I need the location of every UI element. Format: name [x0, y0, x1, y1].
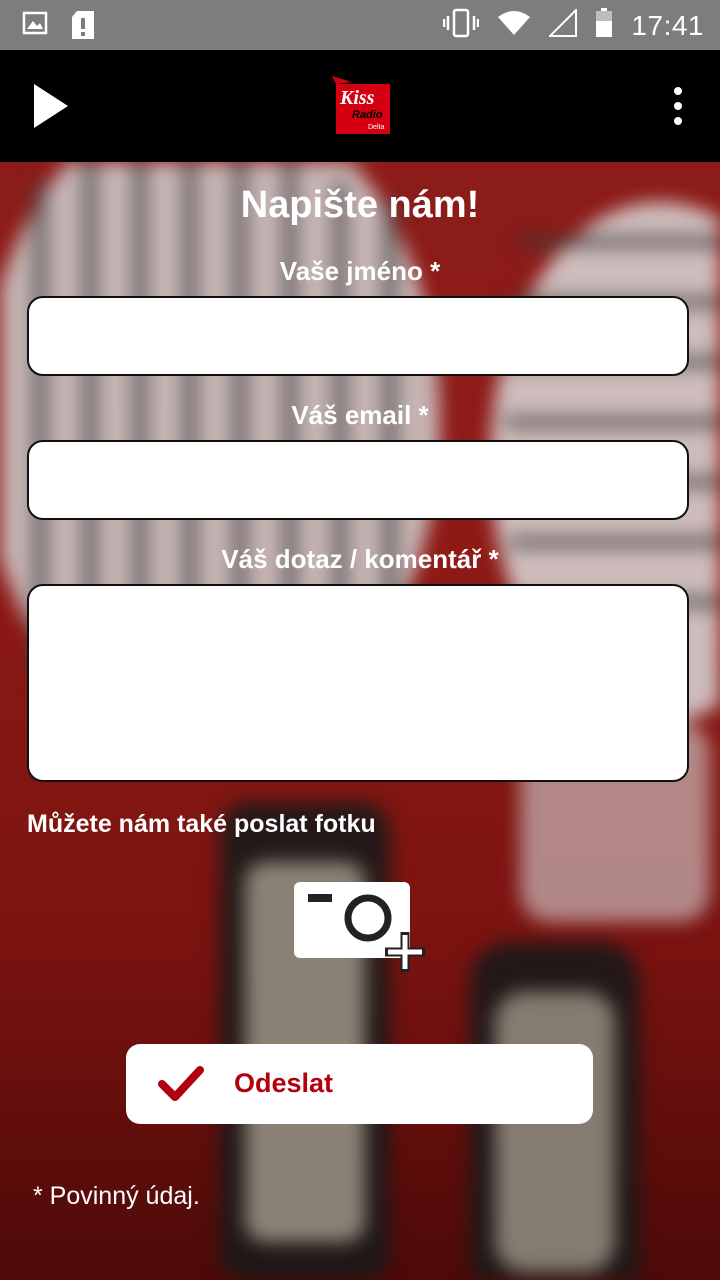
submit-label: Odeslat: [234, 1068, 334, 1098]
status-time: 17:41: [631, 9, 704, 41]
check-icon: [158, 1066, 204, 1101]
required-note: * Povinný údaj.: [33, 1182, 200, 1210]
vibrate-icon: [443, 8, 480, 43]
play-icon: [34, 84, 68, 128]
comment-field[interactable]: [27, 584, 689, 782]
kiss-radio-logo: Kiss Radio Delta: [330, 74, 394, 138]
signal-icon: [548, 7, 578, 42]
svg-text:Delta: Delta: [368, 124, 384, 131]
more-vert-icon: [674, 87, 682, 125]
comment-label: Váš dotaz / komentář *: [221, 544, 499, 574]
image-icon: [22, 10, 48, 45]
overflow-menu-button[interactable]: [666, 86, 690, 126]
status-bar: 17:41: [0, 0, 720, 50]
sd-card-alert-icon: [70, 10, 96, 45]
photo-label: Můžete nám také poslat fotku: [27, 810, 376, 838]
wifi-icon: [497, 10, 531, 41]
page-title: Napište nám!: [240, 184, 480, 226]
svg-text:Radio: Radio: [352, 109, 383, 121]
submit-button[interactable]: Odeslat: [126, 1044, 593, 1124]
add-photo-camera-icon: [294, 882, 425, 972]
add-photo-button[interactable]: [292, 880, 432, 980]
name-label: Vaše jméno *: [279, 256, 441, 286]
app-bar: Kiss Radio Delta: [0, 50, 720, 162]
contact-form: Napište nám! Vaše jméno * Váš email * Vá…: [0, 162, 720, 1280]
svg-text:Kiss: Kiss: [339, 87, 375, 109]
name-field[interactable]: [27, 296, 689, 376]
email-field[interactable]: [27, 440, 689, 520]
battery-icon: [595, 8, 613, 43]
email-label: Váš email *: [291, 400, 429, 430]
play-button[interactable]: [30, 82, 70, 130]
